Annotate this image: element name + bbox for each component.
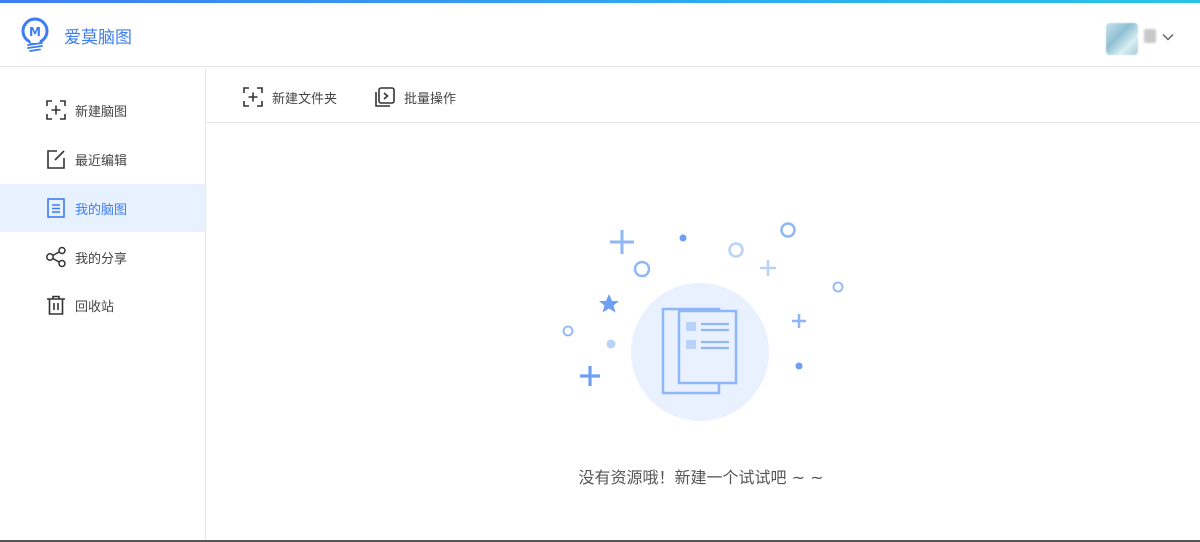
sidebar-item-my-mindmaps[interactable]: 我的脑图 <box>0 184 205 232</box>
sidebar-item-recent[interactable]: 最近编辑 <box>0 135 205 183</box>
trash-icon <box>47 295 65 315</box>
app-brand-name[interactable]: 爱莫脑图 <box>64 23 132 48</box>
new-folder-button[interactable]: 新建文件夹 <box>242 68 352 123</box>
sidebar-item-label: 回收站 <box>75 300 115 315</box>
share-icon <box>46 246 66 268</box>
logo-icon[interactable]: M <box>18 17 52 57</box>
sidebar-item-label: 我的分享 <box>75 252 128 267</box>
sidebar-item-my-shares[interactable]: 我的分享 <box>0 233 205 281</box>
batch-select-icon <box>375 87 395 107</box>
empty-state-message: 没有资源哦！新建一个试试吧 ~ ~ <box>578 468 824 487</box>
toolbar: 新建文件夹 批量操作 <box>206 68 1200 123</box>
logo-letter: M <box>29 25 41 39</box>
avatar[interactable] <box>1106 23 1138 55</box>
new-folder-label: 新建文件夹 <box>272 92 338 107</box>
batch-operation-label: 批量操作 <box>404 92 457 107</box>
sidebar: 新建脑图 最近编辑 我的脑图 我的分享 回收站 <box>0 68 206 542</box>
sidebar-item-trash[interactable]: 回收站 <box>0 281 205 329</box>
sidebar-item-new-mindmap[interactable]: 新建脑图 <box>0 86 205 134</box>
app-header: M 爱莫脑图 <box>0 3 1200 67</box>
chevron-down-icon[interactable] <box>1160 29 1176 45</box>
edit-icon <box>47 150 65 169</box>
sidebar-item-label: 最近编辑 <box>75 154 128 169</box>
add-frame-icon <box>243 87 263 107</box>
sidebar-item-label: 新建脑图 <box>75 105 128 120</box>
username-blurred[interactable] <box>1144 29 1156 43</box>
sidebar-item-label: 我的脑图 <box>75 203 128 218</box>
document-icon <box>47 198 65 218</box>
batch-operation-button[interactable]: 批量操作 <box>374 68 474 123</box>
add-frame-icon <box>46 100 66 120</box>
empty-documents-illustration <box>562 222 844 421</box>
